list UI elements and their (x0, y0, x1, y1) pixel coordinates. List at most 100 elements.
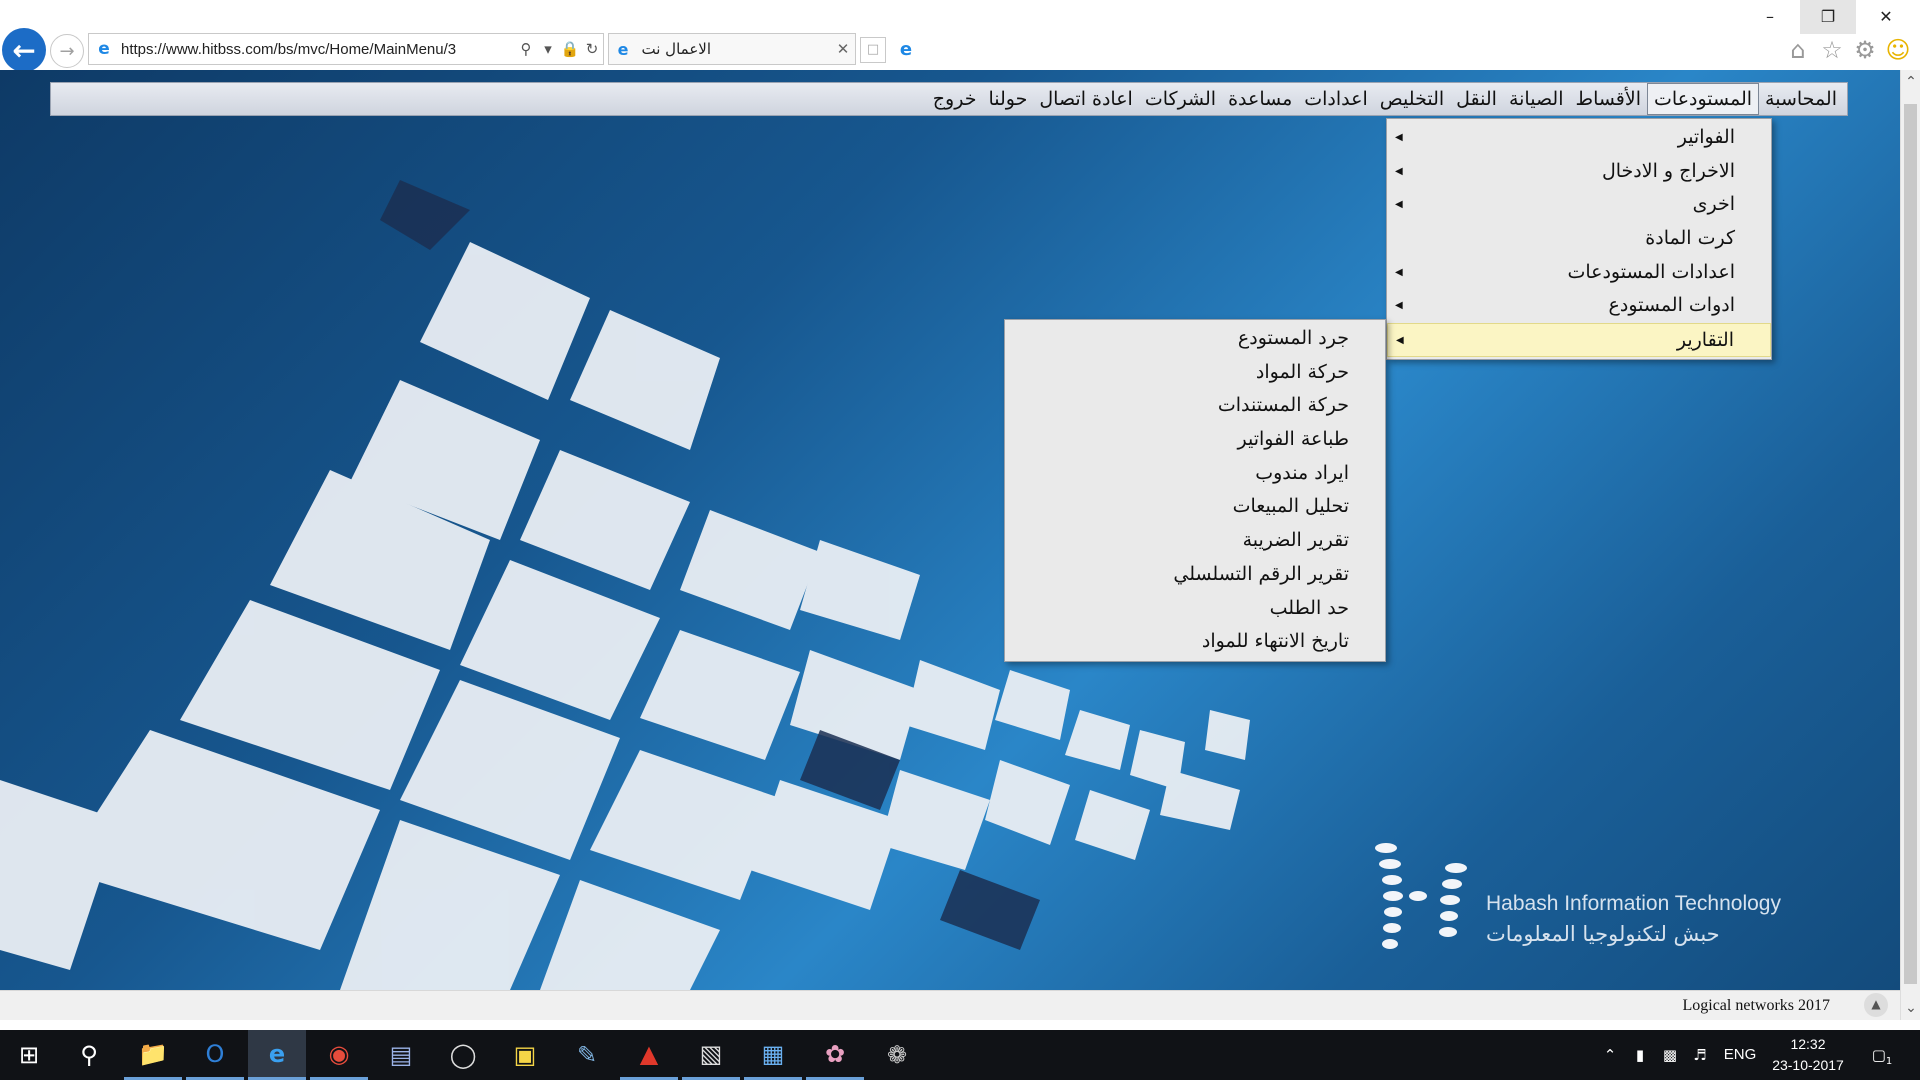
settings-gear-icon[interactable]: ⚙ (1851, 36, 1879, 64)
action-center-icon[interactable]: ▢1 (1862, 1030, 1902, 1080)
menu-item-label: كرت المادة (1645, 227, 1735, 250)
acrobat-reader-icon[interactable]: ▲ (620, 1030, 678, 1080)
menubar-item[interactable]: المحاسبة (1759, 84, 1843, 114)
scrollbar-thumb[interactable] (1904, 104, 1917, 984)
terminal-icon[interactable]: ▧ (682, 1030, 740, 1080)
reports-menu-item[interactable]: ايراد مندوب (1005, 457, 1385, 491)
menubar-item[interactable]: الأقساط (1570, 84, 1648, 114)
submenu-arrow-icon: ◀ (1395, 266, 1403, 278)
menubar-item[interactable]: اعدادات (1298, 84, 1374, 114)
reports-menu-item[interactable]: تقرير الرقم التسلسلي (1005, 558, 1385, 592)
reports-menu-item[interactable]: تاريخ الانتهاء للمواد (1005, 625, 1385, 659)
menubar-item[interactable]: حولنا (982, 84, 1033, 114)
network-icon[interactable]: ▩ (1656, 1030, 1684, 1080)
scroll-top-icon[interactable]: ▲ (1864, 993, 1888, 1017)
chrome-icon[interactable]: ◉ (310, 1030, 368, 1080)
language-indicator[interactable]: ENG (1718, 1030, 1762, 1080)
windows-start-icon[interactable]: ⊞ (0, 1030, 58, 1080)
clock-date: 23-10-2017 (1772, 1057, 1844, 1073)
submenu-arrow-icon: ◀ (1395, 199, 1403, 211)
reports-menu-item[interactable]: تحليل المبيعات (1005, 490, 1385, 524)
scroll-down-icon[interactable]: ⌄ (1901, 1000, 1920, 1016)
menubar-item[interactable]: التخليص (1374, 84, 1450, 114)
home-icon[interactable]: ⌂ (1784, 36, 1812, 64)
minimize-button[interactable]: – (1742, 0, 1798, 34)
app-feather-icon[interactable]: ✎ (558, 1030, 616, 1080)
warehouse-menu-item[interactable]: اعدادات المستودعات ◀ (1387, 256, 1771, 290)
app-circle-icon[interactable]: ◯ (434, 1030, 492, 1080)
page-content: المحاسبة المستودعات الأقساط الصيانة النقل الت… (0, 70, 1900, 990)
copyright-text: Logical networks 2017 (1682, 997, 1830, 1014)
arrow-left-icon: ← (12, 33, 36, 67)
clock[interactable]: 12:32 23-10-2017 (1768, 1034, 1848, 1076)
browser-tab[interactable]: e الاعمال نت ✕ (608, 33, 856, 65)
company-logo: Habash Information Technology حبش لتكنول… (1368, 840, 1808, 960)
menu-item-label: الاخراج و الادخال (1601, 159, 1735, 182)
warehouse-menu-item[interactable]: الاخراج و الادخال ◀ (1387, 155, 1771, 189)
ie-logo-icon[interactable]: e (892, 37, 920, 63)
habash-logo-mark-icon (1375, 843, 1467, 949)
vertical-scrollbar[interactable]: ⌃ ⌄ (1900, 70, 1920, 1020)
arrow-right-icon: → (59, 40, 75, 62)
app-network-icon[interactable]: ✿ (806, 1030, 864, 1080)
forward-button[interactable]: → (50, 34, 84, 68)
reports-menu-item[interactable]: حركة المستندات (1005, 389, 1385, 423)
menu-item-label: ادوات المستودع (1608, 294, 1735, 317)
warehouse-menu-item[interactable]: اخرى ◀ (1387, 188, 1771, 222)
search-icon[interactable]: ⚲ (60, 1030, 118, 1080)
sticky-notes-icon[interactable]: ▣ (496, 1030, 554, 1080)
menu-item-label: اعدادات المستودعات (1567, 260, 1735, 283)
restore-button[interactable]: ❐ (1800, 0, 1856, 34)
file-explorer-icon[interactable]: 📁 (124, 1030, 182, 1080)
taskbar: ⊞ ⚲ 📁 O e ◉ ▤ ◯ ▣ ✎ ▲ ▧ ▦ ✿ ❁ ⌃ ▮ ▩ ♬ EN… (0, 1030, 1920, 1080)
app-paint-icon[interactable]: ❁ (868, 1030, 926, 1080)
favorites-star-icon[interactable]: ☆ (1818, 36, 1846, 64)
menubar-item[interactable]: النقل (1450, 84, 1503, 114)
address-bar[interactable]: e https://www.hitbss.com/bs/mvc/Home/Mai… (88, 33, 604, 65)
submenu-arrow-icon: ◀ (1395, 300, 1403, 312)
url-text[interactable]: https://www.hitbss.com/bs/mvc/Home/MainM… (115, 41, 515, 58)
submenu-arrow-icon: ◀ (1395, 165, 1403, 177)
menu-item-label: الفواتير (1677, 126, 1735, 148)
warehouse-menu-item[interactable]: ادوات المستودع ◀ (1387, 289, 1771, 323)
search-icon[interactable]: ⚲ (515, 40, 537, 58)
reports-menu-item[interactable]: جرد المستودع (1005, 322, 1385, 356)
menubar-item[interactable]: الشركات (1139, 84, 1222, 114)
new-tab-button[interactable]: □ (860, 37, 886, 63)
menubar-item[interactable]: خروج (927, 84, 983, 114)
battery-icon[interactable]: ▮ (1626, 1030, 1654, 1080)
menubar-item[interactable]: مساعدة (1222, 84, 1298, 114)
menubar-item[interactable]: اعادة اتصال (1033, 84, 1139, 114)
refresh-icon[interactable]: ↻ (581, 40, 603, 58)
reports-submenu: جرد المستودع حركة المواد حركة المستندات طبا… (1004, 319, 1386, 662)
menu-item-label: اخرى (1692, 193, 1735, 216)
close-tab-icon[interactable]: ✕ (831, 40, 855, 58)
warehouse-menu-item[interactable]: الفواتير ◀ (1387, 121, 1771, 155)
ie-tab-icon: e (617, 39, 629, 59)
tray-expand-icon[interactable]: ⌃ (1598, 1030, 1622, 1080)
menu-item-label: التقارير (1676, 329, 1734, 352)
submenu-arrow-icon: ◀ (1396, 335, 1404, 347)
internet-explorer-icon[interactable]: e (248, 1030, 306, 1080)
remote-desktop-icon[interactable]: ▦ (744, 1030, 802, 1080)
clock-time: 12:32 (1790, 1036, 1826, 1052)
reports-menu-item[interactable]: طباعة الفواتير (1005, 423, 1385, 457)
app-document-icon[interactable]: ▤ (372, 1030, 430, 1080)
browser-chrome: ← → e https://www.hitbss.com/bs/mvc/Home… (0, 0, 1920, 72)
scroll-up-icon[interactable]: ⌃ (1901, 74, 1920, 90)
back-button[interactable]: ← (2, 28, 46, 72)
menubar-item[interactable]: الصيانة (1503, 84, 1570, 114)
warehouse-menu-item[interactable]: التقارير ◀ (1387, 323, 1771, 357)
smiley-feedback-icon[interactable]: ☺ (1884, 36, 1912, 64)
menubar-item[interactable]: المستودعات (1647, 83, 1760, 115)
reports-menu-item[interactable]: تقرير الضريبة (1005, 524, 1385, 558)
warehouse-menu-item[interactable]: كرت المادة (1387, 222, 1771, 256)
close-window-button[interactable]: ✕ (1858, 0, 1914, 34)
dropdown-arrow-icon[interactable]: ▾ (537, 40, 559, 58)
reports-menu-item[interactable]: حد الطلب (1005, 592, 1385, 626)
outlook-icon[interactable]: O (186, 1030, 244, 1080)
lock-icon[interactable]: 🔒 (559, 40, 581, 58)
volume-icon[interactable]: ♬ (1686, 1030, 1714, 1080)
ie-page-icon: e (98, 39, 110, 59)
reports-menu-item[interactable]: حركة المواد (1005, 356, 1385, 390)
